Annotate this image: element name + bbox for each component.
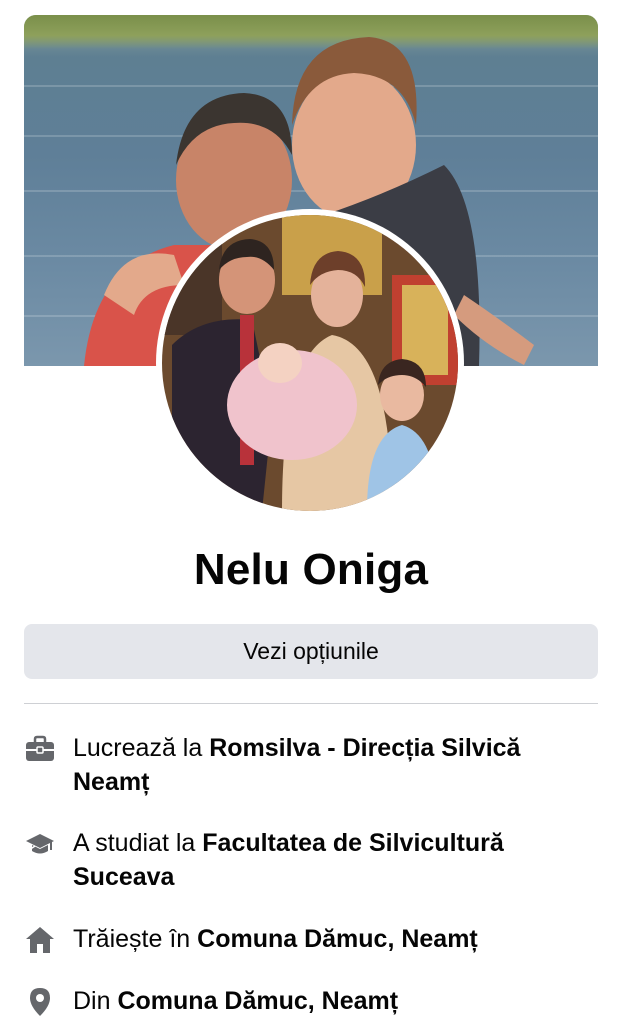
intro-work-row[interactable]: Lucrează la Romsilva - Direcția Silvică … bbox=[24, 731, 598, 799]
lives-value[interactable]: Comuna Dămuc, Neamț bbox=[197, 925, 478, 953]
profile-picture[interactable] bbox=[156, 209, 464, 517]
home-icon bbox=[24, 924, 56, 956]
profile-name: Nelu Oniga bbox=[193, 545, 429, 594]
graduation-cap-icon bbox=[24, 828, 56, 860]
intro-lives-row[interactable]: Trăiește în Comuna Dămuc, Neamț bbox=[24, 922, 598, 956]
intro-education-row[interactable]: A studiat la Facultatea de Silvicultură … bbox=[24, 826, 598, 894]
location-pin-icon bbox=[24, 986, 56, 1018]
briefcase-icon bbox=[24, 733, 56, 765]
from-prefix: Din bbox=[73, 987, 111, 1015]
lives-prefix: Trăiește în bbox=[73, 925, 191, 953]
education-prefix: A studiat la bbox=[73, 829, 196, 857]
profile-page: Nelu Oniga Vezi opțiunile Lucrează la Ro… bbox=[0, 0, 622, 1023]
section-divider bbox=[24, 703, 598, 704]
view-options-button[interactable]: Vezi opțiunile bbox=[24, 624, 598, 679]
intro-from-row[interactable]: Din Comuna Dămuc, Neamț bbox=[24, 984, 598, 1018]
from-value[interactable]: Comuna Dămuc, Neamț bbox=[117, 987, 398, 1015]
work-prefix: Lucrează la bbox=[73, 734, 203, 762]
profile-photo-illustration bbox=[162, 215, 458, 511]
